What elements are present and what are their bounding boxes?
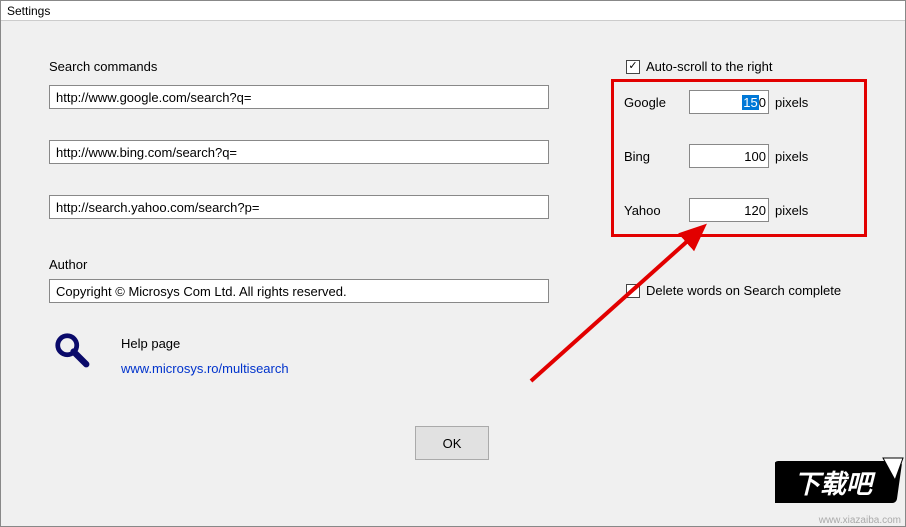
auto-scroll-checkbox[interactable]: ✓ Auto-scroll to the right: [626, 59, 772, 74]
pixel-settings-group: Google 150 pixels Bing pixels Yahoo pixe…: [611, 79, 867, 237]
auto-scroll-label: Auto-scroll to the right: [646, 59, 772, 74]
google-url-input[interactable]: [49, 85, 549, 109]
help-page-label: Help page: [121, 336, 180, 351]
checkmark-icon: ✓: [626, 60, 640, 74]
checkmark-icon: ✓: [626, 284, 640, 298]
yahoo-url-input[interactable]: [49, 195, 549, 219]
yahoo-pixel-input[interactable]: [689, 198, 769, 222]
watermark-url: www.xiazaiba.com: [819, 515, 901, 526]
yahoo-pixel-row: Yahoo pixels: [624, 198, 852, 222]
google-pixel-label: Google: [624, 95, 689, 110]
delete-words-label: Delete words on Search complete: [646, 283, 841, 298]
title-bar: Settings: [1, 1, 905, 21]
watermark-logo: 下载吧: [775, 456, 905, 516]
bing-url-input[interactable]: [49, 140, 549, 164]
magnifier-icon: [53, 331, 91, 372]
bing-pixel-label: Bing: [624, 149, 689, 164]
help-page-link[interactable]: www.microsys.ro/multisearch: [121, 361, 289, 376]
bing-pixel-unit: pixels: [775, 149, 808, 164]
google-pixel-input[interactable]: 150: [689, 90, 769, 114]
yahoo-pixel-unit: pixels: [775, 203, 808, 218]
settings-window: Settings Search commands Author Help pag…: [0, 0, 906, 527]
ok-button[interactable]: OK: [415, 426, 489, 460]
google-pixel-row: Google 150 pixels: [624, 90, 852, 114]
delete-words-checkbox[interactable]: ✓ Delete words on Search complete: [626, 283, 841, 298]
author-label: Author: [49, 257, 87, 272]
bing-pixel-input[interactable]: [689, 144, 769, 168]
author-input[interactable]: [49, 279, 549, 303]
yahoo-pixel-label: Yahoo: [624, 203, 689, 218]
window-title: Settings: [7, 4, 50, 18]
bing-pixel-row: Bing pixels: [624, 144, 852, 168]
google-pixel-unit: pixels: [775, 95, 808, 110]
search-commands-label: Search commands: [49, 59, 157, 74]
content-area: Search commands Author Help page www.mic…: [1, 21, 905, 526]
svg-text:下载吧: 下载吧: [794, 469, 876, 499]
annotation-arrow: [501, 211, 761, 401]
